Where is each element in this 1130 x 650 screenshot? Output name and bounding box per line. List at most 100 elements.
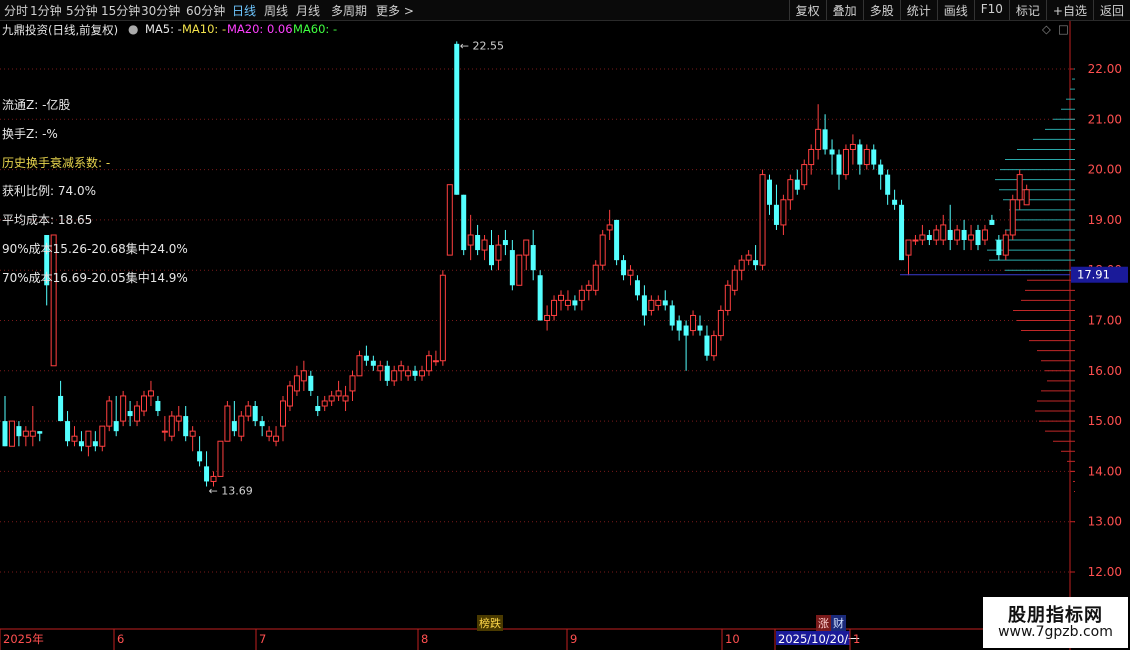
candle-body[interactable] — [641, 295, 647, 316]
candle-body[interactable] — [1023, 189, 1030, 206]
back-button[interactable]: 返回 — [1092, 0, 1130, 20]
candle-body[interactable] — [141, 395, 147, 412]
candle-body[interactable] — [753, 260, 759, 266]
candle-body[interactable] — [147, 390, 154, 397]
candle-body[interactable] — [412, 370, 418, 376]
candle-body[interactable] — [349, 375, 356, 392]
candle-body[interactable] — [801, 164, 808, 186]
candle-body[interactable] — [926, 234, 932, 241]
f10-button[interactable]: F10 — [973, 0, 1009, 20]
candle-body[interactable] — [578, 289, 585, 301]
diamond-icon[interactable]: ◇ — [1042, 22, 1051, 36]
candle-body[interactable] — [621, 260, 627, 276]
candle-body[interactable] — [857, 144, 863, 165]
candle-body[interactable] — [308, 375, 314, 391]
candle-body[interactable] — [592, 264, 599, 291]
candle-body[interactable] — [759, 174, 766, 266]
candle-body[interactable] — [113, 421, 119, 432]
candle-body[interactable] — [58, 395, 64, 422]
candle-body[interactable] — [106, 400, 113, 427]
candle-body[interactable] — [475, 234, 481, 251]
candle-body[interactable] — [989, 219, 995, 225]
candle-body[interactable] — [773, 204, 779, 225]
candle-body[interactable] — [968, 234, 975, 241]
candle-body[interactable] — [516, 254, 523, 286]
candle-body[interactable] — [197, 451, 203, 462]
candle-body[interactable] — [842, 148, 849, 176]
candle-body[interactable] — [335, 390, 342, 397]
mark-button[interactable]: 标记 — [1008, 0, 1046, 20]
candle-body[interactable] — [29, 430, 36, 437]
candle-body[interactable] — [204, 466, 210, 482]
candle-body[interactable] — [502, 240, 508, 246]
candle-body[interactable] — [1016, 174, 1023, 201]
candle-body[interactable] — [280, 400, 286, 427]
candle-body[interactable] — [1002, 234, 1009, 256]
candle-body[interactable] — [822, 129, 828, 150]
candle-body[interactable] — [724, 284, 731, 311]
candle-body[interactable] — [224, 405, 231, 442]
candle-body[interactable] — [252, 406, 258, 422]
candle-body[interactable] — [738, 259, 745, 271]
overlay-button[interactable]: 叠加 — [825, 0, 863, 20]
tab-timeframe-5[interactable]: 60分钟 — [186, 2, 225, 19]
candle-body[interactable] — [585, 284, 592, 291]
candle-body[interactable] — [961, 229, 967, 241]
candle-body[interactable] — [683, 325, 689, 336]
candle-body[interactable] — [676, 320, 682, 331]
stock-title[interactable]: 九鼎投资(日线,前复权) — [2, 22, 118, 38]
candle-body[interactable] — [300, 370, 307, 382]
candle-body[interactable] — [266, 430, 273, 437]
candle-body[interactable] — [286, 385, 293, 407]
candle-body[interactable] — [905, 239, 912, 256]
candle-body[interactable] — [655, 299, 662, 306]
candle-body[interactable] — [892, 199, 898, 205]
candle-body[interactable] — [321, 400, 328, 407]
candle-body[interactable] — [293, 375, 300, 392]
candle-body[interactable] — [1009, 199, 1016, 236]
candle-body[interactable] — [231, 421, 237, 432]
candle-body[interactable] — [940, 224, 947, 241]
candle-body[interactable] — [662, 300, 668, 306]
candle-body[interactable] — [168, 415, 175, 437]
event-marker-rank[interactable]: 榜跌 — [477, 615, 503, 631]
candle-body[interactable] — [454, 43, 460, 195]
candle-body[interactable] — [22, 430, 29, 437]
expand-icon[interactable]: □ — [1058, 22, 1069, 36]
candle-body[interactable] — [947, 229, 953, 241]
tab-timeframe-4[interactable]: 30分钟 — [141, 2, 180, 19]
add-watchlist-button[interactable]: +自选 — [1045, 0, 1093, 20]
candle-body[interactable] — [975, 229, 981, 246]
candle-body[interactable] — [996, 240, 1002, 256]
rehabilitate-button[interactable]: 复权 — [788, 0, 826, 20]
candle-body[interactable] — [439, 274, 446, 362]
candle-body[interactable] — [238, 415, 245, 437]
candle-body[interactable] — [155, 400, 161, 412]
candle-body[interactable] — [981, 229, 988, 241]
tab-timeframe-0[interactable]: 分时 — [4, 2, 28, 19]
candle-body[interactable] — [405, 370, 412, 377]
candle-body[interactable] — [537, 275, 543, 321]
candle-body[interactable] — [885, 174, 891, 195]
candle-body[interactable] — [16, 426, 22, 437]
candle-body[interactable] — [398, 365, 405, 372]
candle-body[interactable] — [912, 239, 919, 242]
candle-body[interactable] — [461, 194, 467, 251]
candle-body[interactable] — [467, 234, 474, 246]
candle-body[interactable] — [558, 294, 564, 301]
candle-body[interactable] — [120, 395, 127, 422]
candle-body[interactable] — [8, 420, 15, 447]
candle-body[interactable] — [551, 299, 558, 316]
candle-body[interactable] — [745, 254, 752, 261]
more-menu-button[interactable]: 更多 > — [376, 2, 414, 19]
candle-body[interactable] — [189, 430, 196, 437]
candle-body[interactable] — [432, 360, 439, 363]
candle-body[interactable] — [933, 229, 940, 241]
candle-body[interactable] — [425, 355, 432, 372]
candle-body[interactable] — [787, 179, 794, 201]
candle-body[interactable] — [849, 143, 856, 150]
candle-body[interactable] — [599, 234, 606, 266]
candle-body[interactable] — [71, 435, 78, 442]
tab-timeframe-6[interactable]: 日线 — [232, 2, 256, 19]
candle-body[interactable] — [530, 245, 536, 271]
